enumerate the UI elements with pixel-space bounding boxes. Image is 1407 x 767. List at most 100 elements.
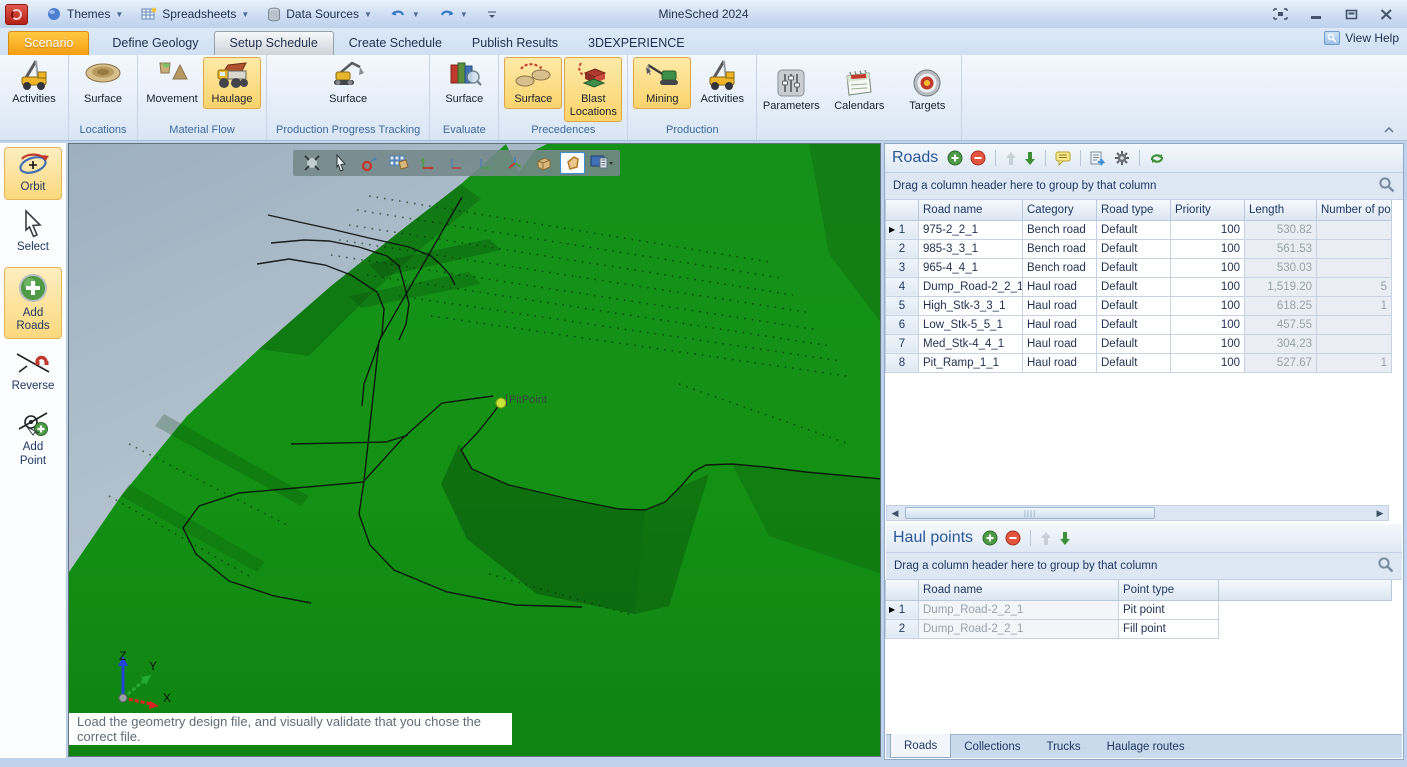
surface-progress-button[interactable]: Surface (319, 57, 377, 109)
minimize-button[interactable] (1310, 9, 1323, 20)
table-row[interactable]: 3 965-4_4_1Bench roadDefault100530.03 (886, 258, 1392, 277)
spreadsheets-menu[interactable]: Spreadsheets▼ (132, 3, 258, 25)
move-down-button[interactable] (1024, 151, 1036, 166)
table-row[interactable]: ▶1 Dump_Road-2_2_1 Pit point (886, 600, 1392, 619)
col-category[interactable]: Category (1023, 200, 1097, 220)
tab-3dexperience[interactable]: 3DEXPERIENCE (573, 32, 700, 55)
terrain-scene (69, 144, 881, 757)
tab-haulage-routes[interactable]: Haulage routes (1094, 735, 1198, 758)
svg-text:X: X (163, 691, 171, 705)
grid-box-icon[interactable] (386, 152, 411, 174)
activities-button[interactable]: Activities (5, 57, 63, 109)
themes-menu[interactable]: Themes▼ (37, 3, 132, 25)
close-button[interactable] (1380, 9, 1393, 20)
export-button[interactable] (1090, 151, 1107, 166)
cursor-icon (20, 209, 46, 239)
toolbar-options-button[interactable] (477, 5, 507, 23)
point-flag-icon[interactable] (357, 152, 382, 174)
targets-button[interactable]: Targets (898, 66, 956, 116)
col-point-type[interactable]: Point type (1119, 580, 1219, 600)
table-row[interactable]: 6 Low_Stk-5_5_1Haul roadDefault100457.55 (886, 315, 1392, 334)
table-row[interactable]: 5 High_Stk-3_3_1Haul roadDefault100618.2… (886, 296, 1392, 315)
orbit-tool[interactable]: Orbit (4, 147, 62, 200)
haul-points-header-row: Road name Point type (886, 580, 1392, 600)
parameters-button[interactable]: Parameters (762, 66, 820, 116)
col-hp-road-name[interactable]: Road name (919, 580, 1119, 600)
select-tool[interactable]: Select (4, 206, 62, 259)
view-front-icon[interactable] (415, 152, 440, 174)
tab-define-geology[interactable]: Define Geology (97, 32, 213, 55)
remove-road-button[interactable] (970, 150, 986, 166)
display-settings-icon[interactable] (589, 152, 614, 174)
solid-box-icon[interactable] (531, 152, 556, 174)
add-haul-point-button[interactable] (982, 530, 998, 546)
blast-locations-button[interactable]: Blast Locations (564, 57, 622, 122)
table-row[interactable]: 8 Pit_Ramp_1_1Haul roadDefault100527.671 (886, 353, 1392, 372)
viewport-3d[interactable]: PitPoint Z Y X Load the geometry design (68, 143, 881, 757)
haul-points-search-icon[interactable] (1377, 556, 1394, 576)
scrollbar-thumb[interactable]: |||| (905, 507, 1155, 519)
clip-box-icon[interactable] (560, 152, 585, 174)
select-zoom-icon[interactable] (328, 152, 353, 174)
scroll-left-icon[interactable]: ◀ (887, 506, 903, 520)
data-sources-menu[interactable]: Data Sources▼ (258, 4, 381, 25)
table-row[interactable]: ▶1 975-2_2_1Bench roadDefault100530.82 (886, 220, 1392, 239)
ribbon-group-production: Mining Activities Production (628, 55, 757, 140)
scroll-right-icon[interactable]: ▶ (1372, 506, 1388, 520)
add-roads-tool[interactable]: Add Roads (4, 267, 62, 340)
haulage-button[interactable]: Haulage (203, 57, 261, 109)
surface-locations-button[interactable]: Surface (74, 57, 132, 109)
table-row[interactable]: 4 Dump_Road-2_2_1Haul roadDefault1001,51… (886, 277, 1392, 296)
col-road-type[interactable]: Road type (1097, 200, 1171, 220)
roads-search-icon[interactable] (1378, 176, 1395, 196)
view-top-icon[interactable] (473, 152, 498, 174)
view-back-icon[interactable] (444, 152, 469, 174)
zoom-extents-icon[interactable] (299, 152, 324, 174)
table-row[interactable]: 2 Dump_Road-2_2_1 Fill point (886, 619, 1392, 638)
col-number-of-points[interactable]: Number of points (1317, 200, 1392, 220)
ribbon-collapse-icon[interactable] (1383, 126, 1395, 134)
comment-button[interactable] (1055, 151, 1071, 166)
tab-setup-schedule[interactable]: Setup Schedule (214, 31, 334, 55)
tab-collections[interactable]: Collections (951, 735, 1033, 758)
view-iso-icon[interactable] (502, 152, 527, 174)
haul-move-up-button[interactable] (1040, 531, 1052, 546)
tab-create-schedule[interactable]: Create Schedule (334, 32, 457, 55)
redo-button[interactable]: ▼ (429, 4, 477, 24)
col-road-name[interactable]: Road name (919, 200, 1023, 220)
mining-button[interactable]: Mining (633, 57, 691, 109)
fullscreen-button[interactable] (1273, 8, 1288, 20)
settings-button[interactable] (1114, 150, 1130, 166)
add-road-button[interactable] (947, 150, 963, 166)
haul-move-down-button[interactable] (1059, 531, 1071, 546)
restore-button[interactable] (1345, 9, 1358, 20)
movement-button[interactable]: Movement (143, 57, 201, 109)
tab-trucks[interactable]: Trucks (1034, 735, 1094, 758)
surface-precedences-button[interactable]: Surface (504, 57, 562, 109)
add-point-tool[interactable]: Add Point (4, 404, 62, 473)
remove-haul-point-button[interactable] (1005, 530, 1021, 546)
tab-scenario[interactable]: Scenario (8, 31, 89, 55)
move-up-button[interactable] (1005, 151, 1017, 166)
tab-roads[interactable]: Roads (890, 734, 951, 758)
surface-evaluate-button[interactable]: Surface (435, 57, 493, 109)
view-help-button[interactable]: View Help (1324, 31, 1399, 45)
table-row[interactable]: 2 985-3_3_1Bench roadDefault100561.53 (886, 239, 1392, 258)
refresh-button[interactable] (1149, 151, 1165, 166)
tab-publish-results[interactable]: Publish Results (457, 32, 573, 55)
dragline-icon (642, 59, 682, 91)
undo-button[interactable]: ▼ (381, 4, 429, 24)
haul-points-groupby-bar[interactable]: Drag a column header here to group by th… (886, 553, 1402, 580)
ribbon-tab-row: Scenario Define Geology Setup Schedule C… (0, 28, 1407, 55)
ribbon-group-material-flow: Movement Haulage Material Flow (138, 55, 267, 140)
activities-production-button[interactable]: Activities (693, 57, 751, 109)
col-priority[interactable]: Priority (1171, 200, 1245, 220)
calendars-button[interactable]: Calendars (830, 66, 888, 116)
roads-groupby-bar[interactable]: Drag a column header here to group by th… (885, 173, 1403, 200)
ribbon: Activities Surface Locations Movement Ha… (0, 55, 1407, 141)
app-menu-button[interactable] (5, 4, 28, 25)
table-row[interactable]: 7 Med_Stk-4_4_1Haul roadDefault100304.23 (886, 334, 1392, 353)
reverse-tool[interactable]: Reverse (4, 347, 62, 398)
col-length[interactable]: Length (1245, 200, 1317, 220)
roads-horizontal-scrollbar[interactable]: ◀ |||| ▶ (886, 505, 1389, 521)
